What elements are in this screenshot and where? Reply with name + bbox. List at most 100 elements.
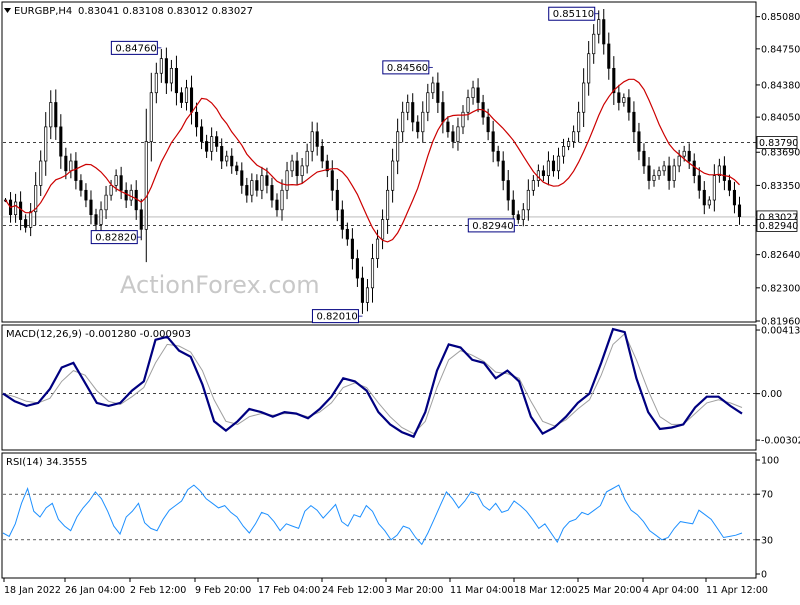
symbol-label: EURGBP,H4 [14, 6, 72, 17]
candle-body [617, 92, 621, 103]
candle-body [159, 58, 163, 74]
time-tick-label: 4 Apr 04:00 [643, 585, 699, 596]
eurgbp-chart: ActionForex.com EURGBP,H4 0.83041 0.8310… [1, 1, 800, 596]
candle-body [290, 160, 294, 172]
candle-body [647, 165, 651, 181]
time-tick-label: 24 Feb 12:00 [322, 585, 384, 596]
candle-body [189, 87, 194, 113]
candle-body [129, 189, 133, 201]
candle-body [49, 102, 53, 128]
candle-body [567, 141, 571, 147]
candle-body [310, 131, 314, 152]
candle-body [501, 160, 505, 181]
candle-body [471, 87, 475, 98]
candle-body [335, 189, 339, 211]
candle-body [642, 150, 646, 167]
candle-body [541, 170, 545, 177]
candle-body [300, 165, 304, 177]
candle-body [230, 155, 234, 167]
candle-body [466, 97, 470, 113]
candle-body [441, 102, 445, 123]
candle-body [315, 131, 319, 147]
annotation-label: 0.82010 [316, 312, 357, 323]
candle-body [64, 155, 68, 172]
price-marker-label: 0.83790 [759, 138, 798, 149]
candle-body [556, 155, 561, 172]
candle-body [79, 180, 83, 191]
chevron-down-icon[interactable] [4, 8, 11, 13]
candle-body [531, 180, 535, 191]
candle-body [350, 238, 354, 259]
candle-body [84, 189, 88, 201]
time-tick-label: 18 Mar 12:00 [514, 585, 577, 596]
candle-body [607, 43, 611, 69]
candle-body [637, 131, 641, 152]
candle-body [54, 102, 58, 128]
ohlc-label: 0.83041 0.83108 0.83012 0.83027 [78, 6, 253, 17]
candle-body [270, 185, 274, 201]
price-tick-label: 0.84380 [761, 80, 800, 91]
rsi-tick-label: 70 [761, 490, 773, 501]
candle-body [205, 141, 209, 152]
rsi-panel-frame [1, 452, 757, 579]
candle-body [104, 194, 108, 211]
candle-body [255, 180, 259, 191]
candle-body [250, 180, 254, 196]
candle-body [702, 189, 706, 206]
candle-body [355, 258, 359, 279]
candle-body [582, 82, 586, 113]
macd-tick-label: -0.00302 [761, 436, 800, 447]
candle-body [210, 136, 214, 152]
candle-body [386, 189, 390, 220]
candle-body [169, 68, 173, 84]
candle-body [220, 146, 224, 162]
candle-body [194, 111, 199, 128]
candle-body [154, 72, 158, 94]
price-tick-label: 0.83690 [761, 148, 800, 159]
candle-body [320, 146, 324, 162]
candle-body [496, 150, 500, 162]
time-tick-label: 18 Jan 2022 [4, 585, 61, 596]
candle-body [19, 201, 23, 220]
candle-body [526, 189, 530, 211]
candle-body [14, 201, 18, 216]
candle-body [682, 150, 686, 157]
candle-body [109, 185, 113, 196]
candle-body [119, 175, 123, 191]
macd-signal-line [2, 332, 743, 435]
candle-body [370, 258, 375, 289]
candle-body [69, 160, 73, 172]
candle-body [491, 131, 495, 152]
candle-body [240, 170, 244, 186]
candle-body [687, 150, 691, 162]
candle-body [365, 287, 370, 303]
candle-body [657, 170, 661, 177]
candle-body [139, 209, 143, 230]
candle-body [426, 92, 430, 113]
candle-body [265, 175, 269, 186]
candle-body [149, 92, 153, 142]
candle-body [225, 155, 229, 162]
candle-body [727, 180, 731, 191]
price-tick-label: 0.84050 [761, 113, 800, 124]
candle-body [24, 219, 28, 228]
candle-body [89, 199, 93, 216]
candle-body [697, 175, 701, 191]
candle-body [391, 160, 395, 191]
candle-body [546, 160, 551, 177]
candle-body [436, 82, 440, 103]
candle-body [235, 165, 239, 172]
candle-body [486, 116, 490, 133]
candle-body [295, 160, 299, 177]
candle-body [360, 277, 364, 303]
candle-body [627, 97, 631, 113]
price-axis: 0.85080 0.84750 0.84380 0.84050 0.83690 0.833… [756, 12, 800, 328]
candle-body [184, 87, 189, 103]
annotation-label: 0.85110 [553, 9, 594, 20]
time-tick-label: 17 Feb 04:00 [258, 585, 320, 596]
price-tick-label: 0.83350 [761, 181, 800, 192]
candle-body [597, 19, 601, 35]
candle-body [506, 180, 510, 201]
candle-body [577, 111, 581, 133]
candle-body [667, 165, 671, 181]
